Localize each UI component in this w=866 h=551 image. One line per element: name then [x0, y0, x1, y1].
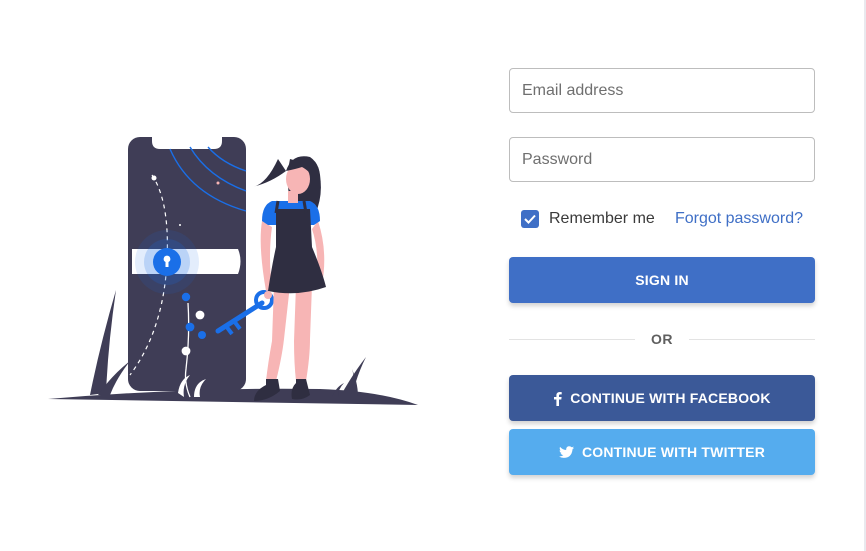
- remember-me[interactable]: Remember me: [521, 210, 655, 228]
- facebook-button[interactable]: CONTINUE WITH FACEBOOK: [509, 375, 815, 421]
- twitter-label: CONTINUE WITH TWITTER: [581, 444, 766, 460]
- phone-notch: [152, 137, 222, 149]
- login-form: Remember me Forgot password? SIGN IN OR …: [509, 68, 815, 475]
- sign-in-label: SIGN IN: [635, 272, 689, 288]
- facebook-label: CONTINUE WITH FACEBOOK: [570, 390, 771, 406]
- facebook-icon: [554, 391, 562, 406]
- login-illustration: [48, 137, 418, 405]
- twitter-button[interactable]: CONTINUE WITH TWITTER: [509, 429, 815, 475]
- email-field[interactable]: [509, 68, 815, 113]
- or-divider: OR: [509, 329, 815, 349]
- forgot-password-link[interactable]: Forgot password?: [675, 210, 803, 228]
- divider-label: OR: [651, 331, 673, 347]
- divider-line-right: [689, 338, 815, 340]
- remember-label: Remember me: [549, 210, 655, 227]
- check-icon: [524, 214, 536, 224]
- sign-in-button[interactable]: SIGN IN: [509, 257, 815, 303]
- remember-checkbox[interactable]: [521, 210, 539, 228]
- twitter-icon: [558, 445, 574, 458]
- divider-line-left: [509, 338, 635, 340]
- password-field[interactable]: [509, 137, 815, 182]
- options-row: Remember me Forgot password?: [509, 208, 815, 230]
